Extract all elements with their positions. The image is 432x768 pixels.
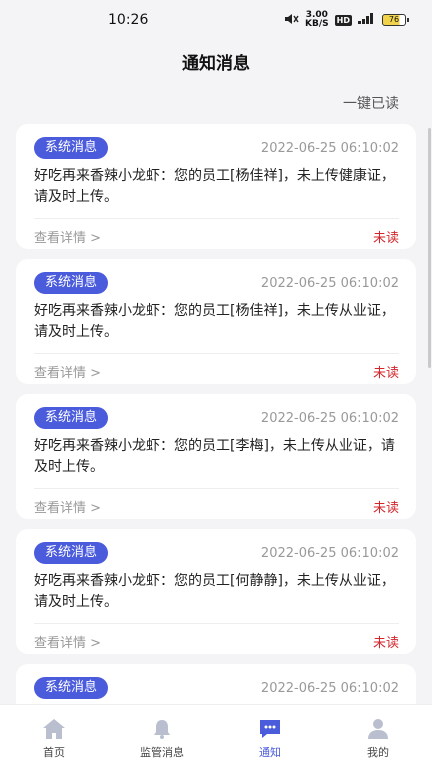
- speed-unit: KB/S: [305, 19, 329, 29]
- mark-all-read-row: 一键已读: [0, 82, 432, 124]
- notification-card[interactable]: 系统消息 2022-06-25 06:10:02 好吃再来香辣小龙虾：您的员工[…: [16, 529, 416, 654]
- unread-status: 未读: [372, 500, 399, 516]
- message-type-badge: 系统消息: [34, 272, 109, 294]
- chat-icon: [258, 718, 282, 740]
- message-content: 好吃再来香辣小龙虾：您的员工[杨佳祥]，未上传健康证，请及时上传。: [34, 168, 395, 205]
- scrollbar[interactable]: [428, 128, 431, 368]
- tab-label: 通知: [259, 746, 281, 759]
- message-type-badge: 系统消息: [34, 407, 109, 429]
- hd-icon: HD: [334, 14, 352, 26]
- status-icons: 3.00 KB/S HD 76: [283, 11, 409, 29]
- tab-label: 我的: [367, 746, 389, 759]
- message-type-badge: 系统消息: [34, 137, 109, 159]
- tab-notice[interactable]: 通知: [216, 705, 324, 768]
- notification-card[interactable]: 系统消息 2022-06-25 06:10:02 好吃再来香辣小龙虾：您的员工[…: [16, 259, 416, 384]
- message-time: 2022-06-25 06:10:02: [260, 275, 399, 291]
- unread-status: 未读: [372, 635, 399, 651]
- notification-card[interactable]: 系统消息 2022-06-25 06:10:02 好吃再来香辣小龙虾：您的员工[…: [16, 124, 416, 249]
- bottom-tab-bar: 首页 监管消息 通知 我的: [0, 704, 432, 768]
- home-icon: [42, 718, 66, 740]
- view-detail-link[interactable]: 查看详情 >: [34, 227, 101, 246]
- message-time: 2022-06-25 06:10:02: [260, 680, 399, 696]
- message-time: 2022-06-25 06:10:02: [260, 545, 399, 561]
- tab-mine[interactable]: 我的: [324, 705, 432, 768]
- signal-icon: [358, 13, 376, 27]
- unread-status: 未读: [372, 230, 399, 246]
- message-type-badge: 系统消息: [34, 542, 109, 564]
- view-detail-link[interactable]: 查看详情 >: [34, 497, 101, 516]
- notification-card[interactable]: 系统消息 2022-06-25 06:10:02 好吃再来香辣小龙虾：您的员工[…: [16, 394, 416, 519]
- network-speed: 3.00 KB/S: [305, 11, 329, 29]
- page-title: 通知消息: [182, 53, 250, 74]
- notification-list: 系统消息 2022-06-25 06:10:02 好吃再来香辣小龙虾：您的员工[…: [0, 124, 432, 768]
- mark-all-read-button[interactable]: 一键已读: [343, 93, 399, 113]
- message-time: 2022-06-25 06:10:02: [260, 410, 399, 426]
- battery-icon: 76: [382, 14, 409, 26]
- message-content: 好吃再来香辣小龙虾：您的员工[李梅]，未上传从业证，请及时上传。: [34, 438, 395, 475]
- message-content: 好吃再来香辣小龙虾：您的员工[杨佳祥]，未上传从业证，请及时上传。: [34, 303, 395, 340]
- user-icon: [366, 718, 390, 740]
- message-type-badge: 系统消息: [34, 677, 109, 699]
- tab-label: 首页: [43, 746, 65, 759]
- bell-icon: [150, 718, 174, 740]
- view-detail-link[interactable]: 查看详情 >: [34, 362, 101, 381]
- tab-supervision[interactable]: 监管消息: [108, 705, 216, 768]
- message-time: 2022-06-25 06:10:02: [260, 140, 399, 156]
- unread-status: 未读: [372, 365, 399, 381]
- view-detail-link[interactable]: 查看详情 >: [34, 632, 101, 651]
- status-time: 10:26: [108, 12, 149, 28]
- tab-label: 监管消息: [140, 746, 184, 759]
- tab-home[interactable]: 首页: [0, 705, 108, 768]
- status-bar: 10:26 3.00 KB/S HD 76: [0, 0, 432, 40]
- message-content: 好吃再来香辣小龙虾：您的员工[何静静]，未上传从业证，请及时上传。: [34, 573, 395, 610]
- mute-icon: [283, 13, 299, 28]
